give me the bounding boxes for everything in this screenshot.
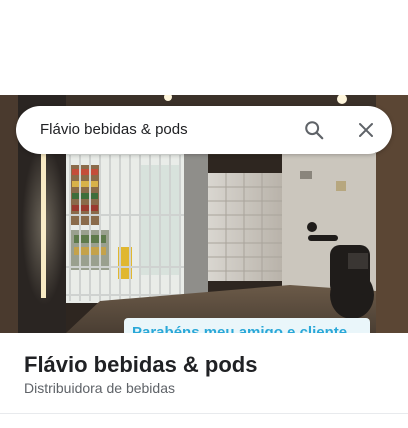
search-button[interactable] [302,118,326,142]
place-title: Flávio bebidas & pods [24,352,258,377]
place-info: Flávio bebidas & pods Distribuidora de b… [0,333,408,428]
search-icon [305,121,324,140]
maps-place-panel: Flávio bebidas & pods Parabéns meu amigo… [0,0,408,428]
close-button[interactable] [354,118,378,142]
close-icon [359,123,373,137]
search-bar[interactable]: Flávio bebidas & pods [16,106,392,154]
place-category[interactable]: Distribuidora de bebidas [24,380,175,396]
search-query[interactable]: Flávio bebidas & pods [40,121,188,138]
divider [0,413,408,414]
